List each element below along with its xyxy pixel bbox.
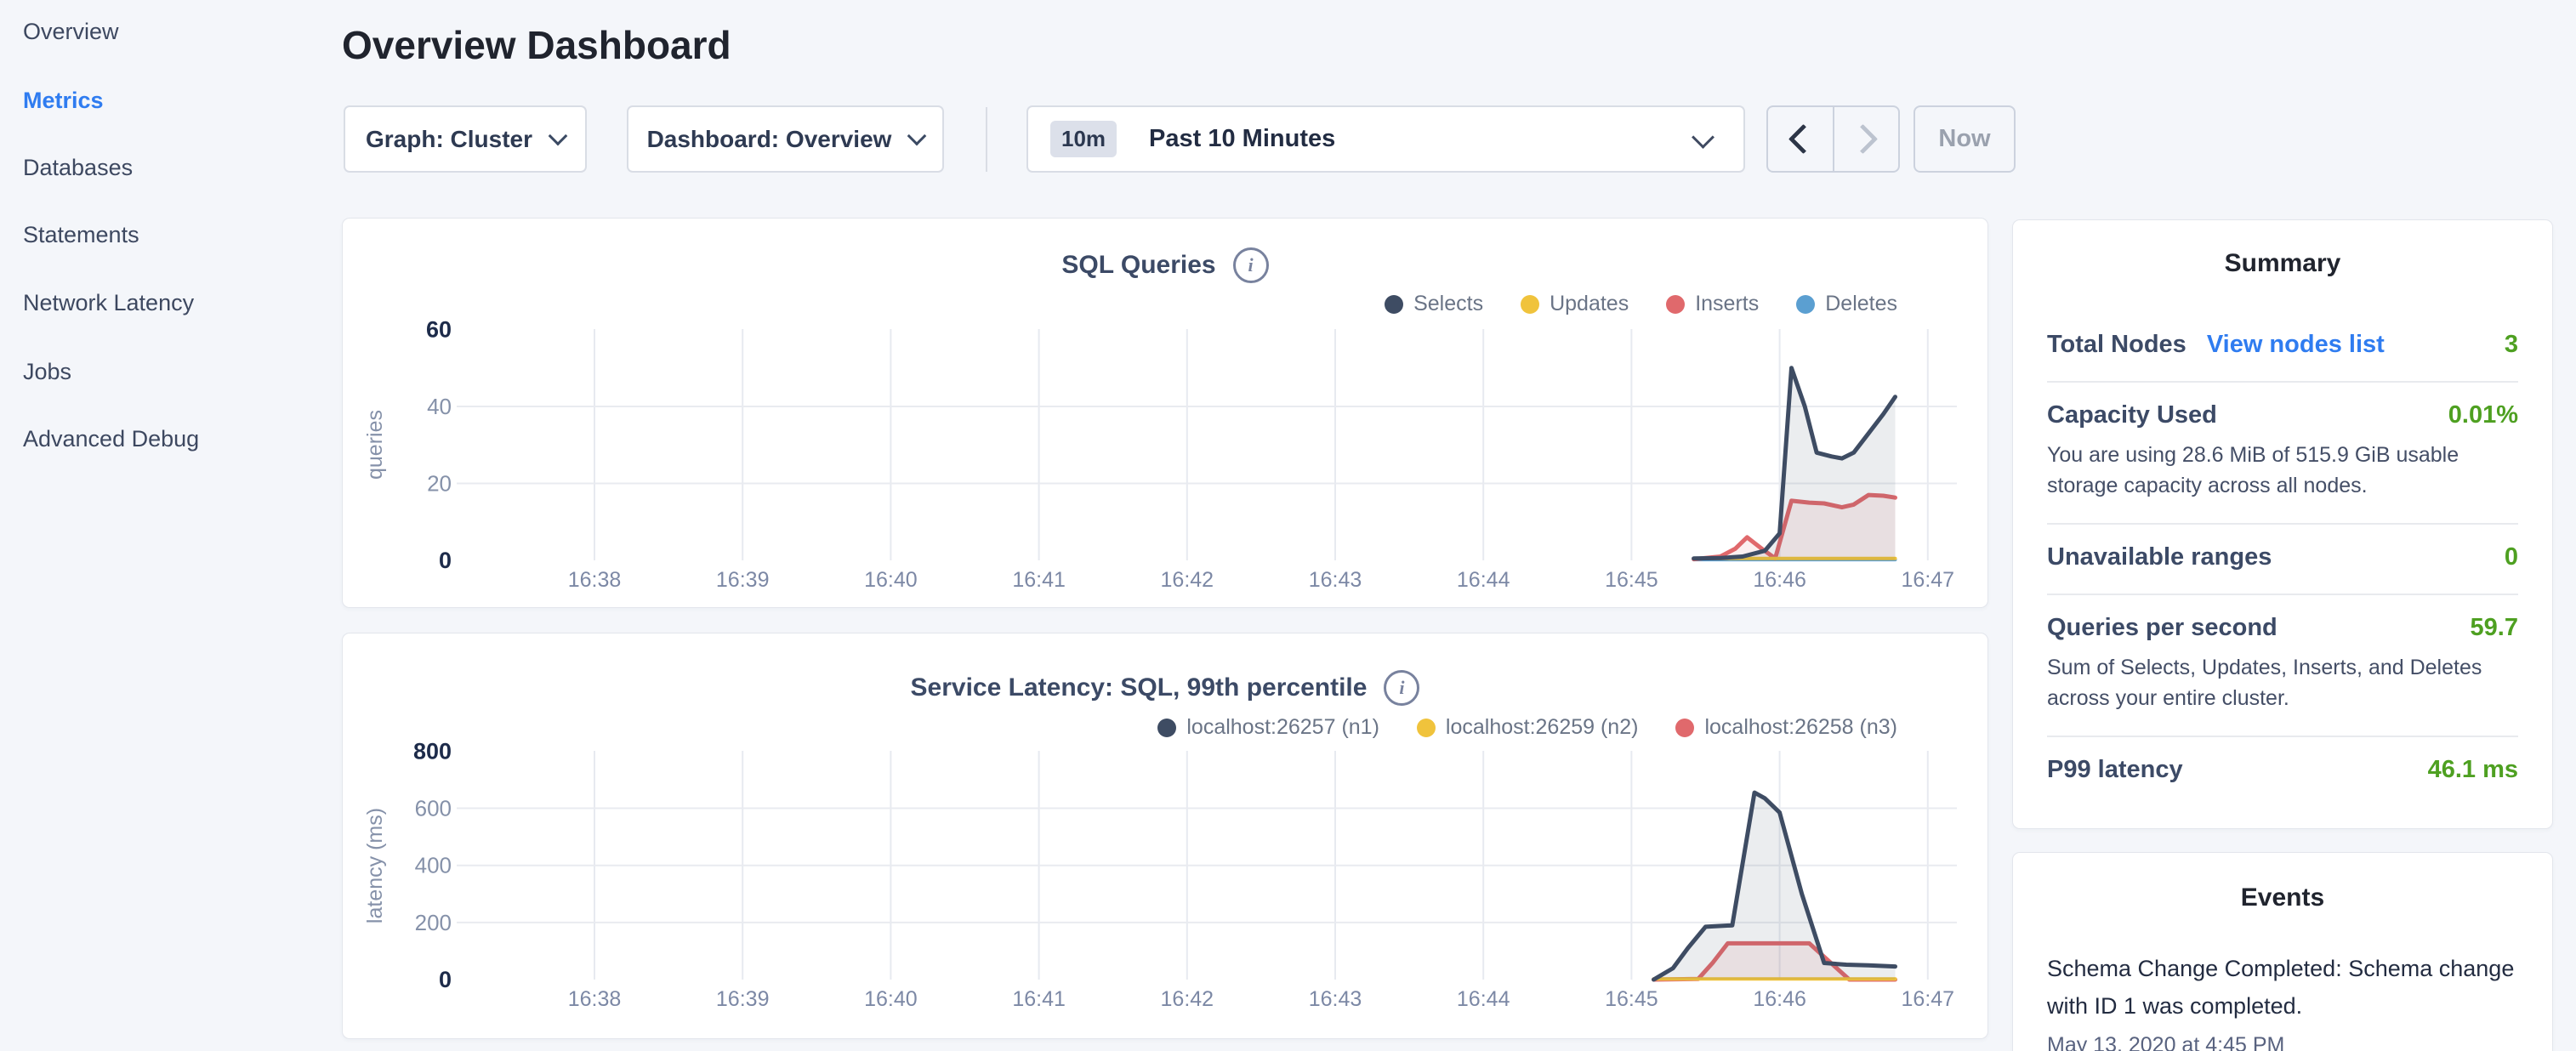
- time-range-dropdown[interactable]: 10m Past 10 Minutes: [1026, 105, 1745, 173]
- summary-row-value: 0: [2505, 543, 2518, 571]
- svg-text:60: 60: [426, 317, 452, 343]
- svg-text:16:40: 16:40: [864, 987, 918, 1011]
- sql-queries-chart-card: SQL QueriesiSelectsUpdatesInsertsDeletes…: [342, 218, 1988, 608]
- svg-text:200: 200: [415, 910, 452, 935]
- chart-plot: 16:38 16:39 16:40 16:41 16:42 16:43 16:44 16:45…: [343, 219, 1987, 607]
- chevron-down-icon: [907, 126, 927, 145]
- summary-row-head: Unavailable ranges 0: [2047, 543, 2518, 571]
- svg-text:latency (ms): latency (ms): [363, 808, 387, 923]
- summary-rows: Total Nodes View nodes list 3 Capacity Used…: [2047, 312, 2518, 806]
- sidebar: Overview Metrics Databases Statements Networ…: [0, 0, 342, 1051]
- events-panel: Events Schema Change Completed: Schema c…: [2012, 852, 2553, 1051]
- summary-row-value: 46.1 ms: [2428, 756, 2518, 784]
- svg-text:16:39: 16:39: [716, 987, 770, 1011]
- sidebar-item-advanced-debug[interactable]: Advanced Debug: [23, 423, 199, 455]
- toolbar-divider: [986, 107, 987, 172]
- chart-plot: 16:38 16:39 16:40 16:41 16:42 16:43 16:44 16:45…: [343, 633, 1987, 1038]
- svg-text:16:47: 16:47: [1902, 568, 1955, 592]
- svg-text:16:39: 16:39: [716, 568, 770, 592]
- svg-text:queries: queries: [363, 410, 387, 480]
- svg-text:16:47: 16:47: [1902, 987, 1955, 1011]
- summary-panel: Summary Total Nodes View nodes list 3 Capac…: [2012, 219, 2553, 829]
- chevron-right-icon: [1848, 124, 1878, 154]
- chevron-down-icon: [549, 126, 568, 145]
- summary-row-description: Sum of Selects, Updates, Inserts, and De…: [2047, 652, 2518, 713]
- svg-text:400: 400: [415, 853, 452, 878]
- summary-row-label: P99 latency: [2047, 756, 2183, 784]
- svg-text:16:45: 16:45: [1605, 987, 1658, 1011]
- summary-row-head: Capacity Used 0.01%: [2047, 401, 2518, 429]
- chevron-left-icon: [1788, 124, 1818, 154]
- graph-scope-label: Graph: Cluster: [366, 126, 532, 153]
- service-latency-chart-card: Service Latency: SQL, 99th percentileilo…: [342, 633, 1988, 1039]
- page-title: Overview Dashboard: [342, 22, 731, 68]
- summary-row-value: 0.01%: [2448, 401, 2518, 429]
- sidebar-item-metrics[interactable]: Metrics: [23, 84, 104, 116]
- svg-text:40: 40: [427, 394, 452, 419]
- summary-title: Summary: [2047, 249, 2518, 278]
- svg-text:16:40: 16:40: [864, 568, 918, 592]
- summary-row-p99-latency: P99 latency 46.1 ms: [2047, 737, 2518, 806]
- svg-text:16:38: 16:38: [568, 568, 622, 592]
- summary-row-head: Queries per second 59.7: [2047, 614, 2518, 642]
- svg-text:16:46: 16:46: [1753, 987, 1806, 1011]
- event-timestamp: May 13, 2020 at 4:45 PM: [2047, 1033, 2518, 1051]
- time-range-label: Past 10 Minutes: [1149, 125, 1335, 153]
- dashboard-label: Dashboard: Overview: [647, 126, 892, 153]
- summary-row-value: 3: [2505, 331, 2518, 359]
- svg-text:16:41: 16:41: [1012, 568, 1066, 592]
- summary-row-head: P99 latency 46.1 ms: [2047, 756, 2518, 784]
- svg-text:800: 800: [413, 738, 452, 764]
- summary-row-description: You are using 28.6 MiB of 515.9 GiB usab…: [2047, 440, 2518, 501]
- view-nodes-list-link[interactable]: View nodes list: [2207, 331, 2385, 359]
- sidebar-item-network-latency[interactable]: Network Latency: [23, 287, 194, 319]
- svg-text:16:43: 16:43: [1309, 568, 1362, 592]
- svg-text:16:44: 16:44: [1457, 987, 1510, 1011]
- now-button-disabled: Now: [1914, 105, 2016, 173]
- event-item[interactable]: Schema Change Completed: Schema change w…: [2047, 950, 2518, 1051]
- summary-row-label: Queries per second: [2047, 614, 2277, 642]
- svg-text:16:46: 16:46: [1753, 568, 1806, 592]
- svg-text:0: 0: [439, 548, 452, 573]
- sidebar-item-databases[interactable]: Databases: [23, 151, 133, 184]
- app-root: Overview Metrics Databases Statements Networ…: [0, 0, 2576, 1051]
- svg-text:16:44: 16:44: [1457, 568, 1510, 592]
- summary-row-total-nodes: Total Nodes View nodes list 3: [2047, 312, 2518, 383]
- time-range-stepper: [1766, 105, 1900, 173]
- svg-text:16:42: 16:42: [1161, 568, 1214, 592]
- sidebar-item-jobs[interactable]: Jobs: [23, 355, 71, 388]
- svg-text:16:38: 16:38: [568, 987, 622, 1011]
- summary-row-queries-per-second: Queries per second 59.7 Sum of Selects, Up…: [2047, 595, 2518, 737]
- svg-text:16:43: 16:43: [1309, 987, 1362, 1011]
- svg-text:600: 600: [415, 796, 452, 821]
- sidebar-item-statements[interactable]: Statements: [23, 219, 139, 251]
- events-title: Events: [2047, 883, 2518, 912]
- svg-text:0: 0: [439, 967, 452, 992]
- svg-text:16:42: 16:42: [1161, 987, 1214, 1011]
- time-forward-button-disabled: [1833, 107, 1899, 171]
- summary-row-label: Total Nodes: [2047, 331, 2186, 359]
- svg-text:20: 20: [427, 471, 452, 497]
- sidebar-item-overview[interactable]: Overview: [23, 15, 119, 48]
- dashboard-dropdown[interactable]: Dashboard: Overview: [627, 105, 944, 173]
- graph-scope-dropdown[interactable]: Graph: Cluster: [344, 105, 587, 173]
- svg-text:16:45: 16:45: [1605, 568, 1658, 592]
- summary-row-unavailable-ranges: Unavailable ranges 0: [2047, 525, 2518, 595]
- summary-row-label: Unavailable ranges: [2047, 543, 2272, 571]
- summary-row-capacity-used: Capacity Used 0.01% You are using 28.6 MiB…: [2047, 383, 2518, 525]
- time-back-button[interactable]: [1768, 107, 1833, 171]
- time-range-badge: 10m: [1050, 121, 1117, 157]
- chevron-down-icon: [1692, 126, 1714, 149]
- summary-row-head: Total Nodes View nodes list 3: [2047, 331, 2518, 359]
- summary-row-value: 59.7: [2471, 614, 2518, 642]
- events-list: Schema Change Completed: Schema change w…: [2047, 950, 2518, 1051]
- summary-row-label: Capacity Used: [2047, 401, 2217, 429]
- svg-text:16:41: 16:41: [1012, 987, 1066, 1011]
- event-text: Schema Change Completed: Schema change w…: [2047, 950, 2518, 1025]
